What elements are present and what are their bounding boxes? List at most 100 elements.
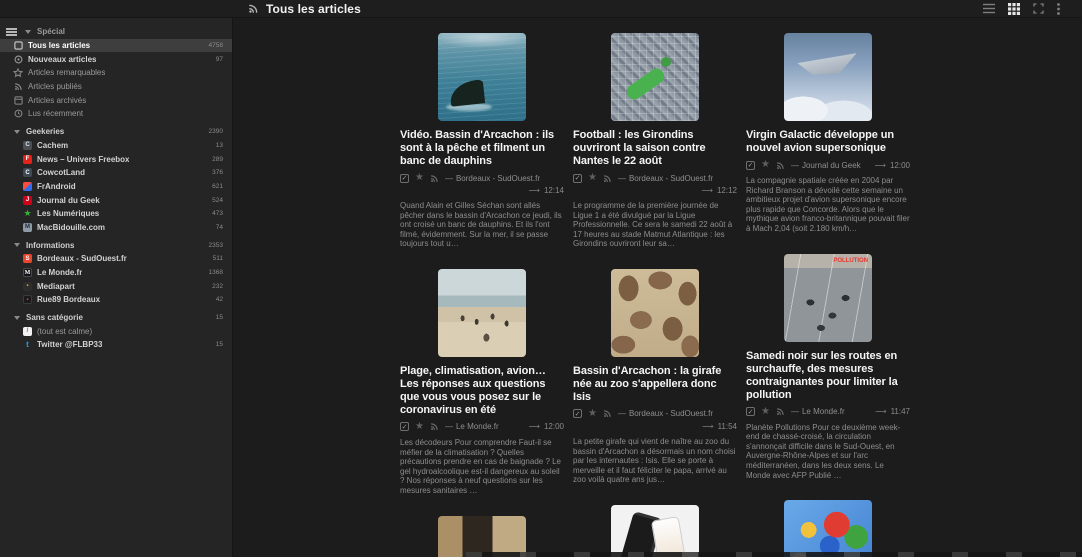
favorite-star-icon[interactable] bbox=[588, 409, 597, 419]
article-title[interactable]: Football : les Girondins ouvriront la sa… bbox=[573, 129, 737, 168]
article-excerpt: La petite girafe qui vient de naître au … bbox=[573, 436, 736, 485]
favorite-star-icon[interactable] bbox=[761, 160, 770, 170]
recent-clock-icon bbox=[13, 109, 23, 119]
mark-read-checkbox[interactable] bbox=[573, 409, 582, 419]
article-thumbnail-highway-traffic[interactable]: POLLUTION bbox=[784, 253, 872, 342]
article-card[interactable]: Vidéo. Bassin d'Arcachon : ils sont à la… bbox=[400, 33, 564, 249]
sidebar-category-sans-categorie[interactable]: Sans catégorie 15 bbox=[0, 311, 232, 325]
sidebar-item-starred-articles[interactable]: Articles remarquables bbox=[0, 66, 232, 80]
share-rss-icon[interactable] bbox=[776, 161, 785, 170]
article-source-link[interactable]: Bordeaux - SudOuest.fr bbox=[629, 174, 713, 183]
meta-dash: — bbox=[790, 160, 799, 170]
feeds-sidebar: Spécial Tous les articles 4758 Nouveaux … bbox=[0, 18, 233, 557]
article-source-link[interactable]: Le Monde.fr bbox=[802, 407, 845, 416]
article-source-link[interactable]: Bordeaux - SudOuest.fr bbox=[456, 174, 540, 183]
view-toolbar bbox=[983, 2, 1060, 15]
favorite-star-icon[interactable] bbox=[415, 173, 424, 183]
article-title[interactable]: Samedi noir sur les routes en surchauffe… bbox=[746, 350, 910, 402]
overflow-menu-icon[interactable] bbox=[1057, 2, 1060, 15]
article-source-link[interactable]: Journal du Geek bbox=[802, 161, 861, 170]
sidebar-feed-cachem[interactable]: C Cachem 13 bbox=[0, 139, 232, 153]
article-meta-row: — Le Monde.fr ⟶12:00 bbox=[400, 422, 564, 432]
sidebar-feed-univers-freebox[interactable]: F News – Univers Freebox 289 bbox=[0, 152, 232, 166]
article-card[interactable] bbox=[746, 500, 910, 557]
sidebar-item-new-articles[interactable]: Nouveaux articles 97 bbox=[0, 52, 232, 66]
article-time: ⟶ 12:00 bbox=[528, 422, 565, 432]
sidebar-root-special[interactable]: Spécial bbox=[0, 25, 232, 39]
list-view-icon[interactable] bbox=[983, 3, 995, 14]
sidebar-item-published-articles[interactable]: Articles publiés bbox=[0, 80, 232, 94]
article-meta-row: — Le Monde.fr ⟶11:47 bbox=[746, 407, 910, 417]
macbidouille-favicon: M bbox=[23, 222, 32, 232]
frandroid-favicon bbox=[23, 181, 32, 191]
mark-read-checkbox[interactable] bbox=[746, 407, 755, 417]
article-source-link[interactable]: Bordeaux - SudOuest.fr bbox=[629, 409, 713, 418]
sidebar-feed-twitter[interactable]: t Twitter @FLBP33 15 bbox=[0, 338, 232, 352]
favorite-star-icon[interactable] bbox=[588, 173, 597, 183]
sidebar-category-geekeries[interactable]: Geekeries 2390 bbox=[0, 125, 232, 139]
chevron-down-icon[interactable] bbox=[24, 28, 32, 36]
article-thumbnail-smartphones[interactable] bbox=[611, 504, 699, 557]
sidebar-feed-tout-est-calme[interactable]: / (tout est calme) bbox=[0, 324, 232, 338]
mark-read-checkbox[interactable] bbox=[400, 422, 409, 432]
archive-box-icon bbox=[13, 95, 23, 105]
article-card[interactable]: Plage, climatisation, avion… Les réponse… bbox=[400, 268, 564, 496]
meta-dash: — bbox=[444, 173, 453, 183]
share-rss-icon[interactable] bbox=[776, 407, 785, 416]
sidebar-item-archived-articles[interactable]: Articles archivés bbox=[0, 93, 232, 107]
article-card[interactable] bbox=[573, 504, 737, 557]
article-thumbnail-hospital-bed[interactable] bbox=[438, 515, 526, 557]
article-thumbnail-goalkeeper[interactable] bbox=[611, 33, 699, 121]
chevron-down-icon[interactable] bbox=[13, 128, 21, 136]
sidebar-feed-sudouest[interactable]: S Bordeaux - SudOuest.fr 511 bbox=[0, 252, 232, 266]
article-column-3: Virgin Galactic développe un nouvel avio… bbox=[746, 33, 910, 557]
share-rss-icon[interactable] bbox=[603, 174, 612, 183]
mark-read-checkbox[interactable] bbox=[400, 173, 409, 183]
sidebar-feed-cowcotland[interactable]: C CowcotLand 376 bbox=[0, 166, 232, 180]
article-thumbnail-giraffe[interactable] bbox=[611, 268, 699, 357]
article-thumbnail-supersonic-jet[interactable] bbox=[784, 33, 872, 121]
sidebar-feed-mediapart[interactable]: ▪ Mediapart 232 bbox=[0, 279, 232, 293]
favorite-star-icon[interactable] bbox=[415, 422, 424, 432]
article-meta-row: — Bordeaux - SudOuest.fr ⟶11:54 bbox=[573, 409, 737, 431]
sidebar-item-all-articles[interactable]: Tous les articles 4758 bbox=[0, 38, 232, 53]
article-thumbnail-mario-artwork[interactable] bbox=[784, 500, 872, 557]
article-card[interactable]: Virgin Galactic développe un nouvel avio… bbox=[746, 33, 910, 234]
article-card[interactable]: Bassin d'Arcachon : la girafe née au zoo… bbox=[573, 268, 737, 485]
article-card[interactable]: Football : les Girondins ouvriront la sa… bbox=[573, 33, 737, 249]
grid-view-icon[interactable] bbox=[1008, 2, 1020, 15]
share-rss-icon[interactable] bbox=[430, 174, 439, 183]
article-thumbnail-dolphin[interactable] bbox=[438, 33, 526, 121]
article-card[interactable] bbox=[400, 515, 564, 557]
sidebar-category-informations[interactable]: Informations 2353 bbox=[0, 238, 232, 252]
arrow-icon: ⟶ bbox=[528, 186, 540, 195]
sidebar-feed-journal-du-geek[interactable]: J Journal du Geek 524 bbox=[0, 193, 232, 207]
article-title[interactable]: Bassin d'Arcachon : la girafe née au zoo… bbox=[573, 365, 737, 404]
screen-edge-artifact bbox=[466, 552, 1082, 557]
article-time: ⟶ 12:00 bbox=[874, 160, 911, 170]
sidebar-feed-frandroid[interactable]: FrAndroid 621 bbox=[0, 180, 232, 194]
favorite-star-icon[interactable] bbox=[761, 407, 770, 417]
share-rss-icon[interactable] bbox=[603, 409, 612, 418]
share-rss-icon[interactable] bbox=[430, 422, 439, 431]
article-title[interactable]: Virgin Galactic développe un nouvel avio… bbox=[746, 129, 910, 155]
expand-view-icon[interactable] bbox=[1033, 3, 1044, 14]
sidebar-item-recently-read[interactable]: Lus récemment bbox=[0, 107, 232, 121]
mark-read-checkbox[interactable] bbox=[746, 160, 755, 170]
article-card[interactable]: POLLUTION Samedi noir sur les routes en … bbox=[746, 253, 910, 481]
article-title[interactable]: Plage, climatisation, avion… Les réponse… bbox=[400, 365, 564, 417]
arrow-icon: ⟶ bbox=[874, 160, 886, 170]
mark-read-checkbox[interactable] bbox=[573, 173, 582, 183]
sidebar-feed-les-numeriques[interactable]: ★ Les Numériques 473 bbox=[0, 207, 232, 221]
chevron-down-icon[interactable] bbox=[13, 241, 21, 249]
hamburger-menu-icon[interactable] bbox=[6, 27, 17, 36]
sidebar-feed-macbidouille[interactable]: M MacBidouille.com 74 bbox=[0, 221, 232, 235]
article-title[interactable]: Vidéo. Bassin d'Arcachon : ils sont à la… bbox=[400, 129, 564, 168]
article-thumbnail-beach[interactable] bbox=[438, 268, 526, 357]
sidebar-feed-rue89-bordeaux[interactable]: ▪ Rue89 Bordeaux 42 bbox=[0, 293, 232, 307]
article-column-2: Football : les Girondins ouvriront la sa… bbox=[573, 33, 737, 557]
chevron-down-icon[interactable] bbox=[13, 314, 21, 322]
article-source-link[interactable]: Le Monde.fr bbox=[456, 422, 499, 431]
calm-feed-favicon: / bbox=[23, 326, 32, 336]
sidebar-feed-le-monde[interactable]: M Le Monde.fr 1368 bbox=[0, 266, 232, 280]
